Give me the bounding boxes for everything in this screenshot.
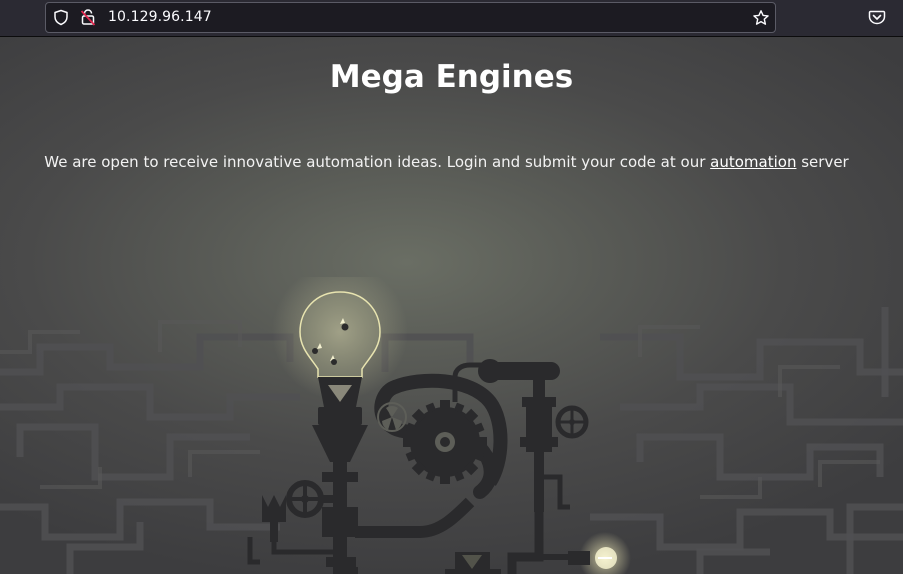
intro-text-end: server <box>801 153 849 171</box>
browser-toolbar: 10.129.96.147 <box>0 0 903 37</box>
intro-paragraph: We are open to receive innovative automa… <box>0 153 893 171</box>
url-bar[interactable]: 10.129.96.147 <box>45 2 776 33</box>
star-icon[interactable] <box>752 9 770 27</box>
intro-text: We are open to receive innovative automa… <box>44 153 706 171</box>
web-page: Mega Engines We are open to receive inno… <box>0 37 903 574</box>
url-text[interactable]: 10.129.96.147 <box>108 9 212 25</box>
gear-icon <box>374 373 508 499</box>
steampunk-machine-illustration <box>0 277 903 574</box>
shield-icon[interactable] <box>53 9 69 26</box>
lantern <box>445 552 501 574</box>
page-title: Mega Engines <box>329 59 574 95</box>
pocket-icon[interactable] <box>868 9 886 26</box>
insecure-lock-icon[interactable] <box>80 8 96 26</box>
automation-link[interactable]: automation <box>710 153 796 171</box>
